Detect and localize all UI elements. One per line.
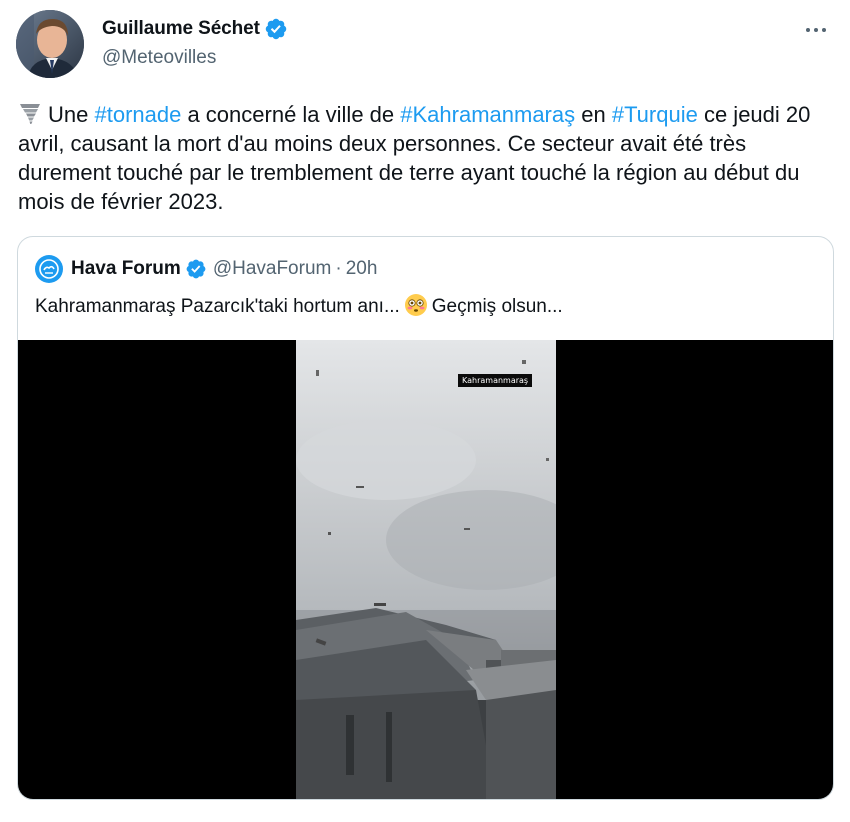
tweet-header: Guillaume Séchet @Meteovilles [16, 10, 834, 82]
hashtag-link-kahramanmaras[interactable]: #Kahramanmaraş [400, 102, 575, 127]
author-handle[interactable]: @Meteovilles [102, 47, 288, 69]
quoted-text-after: Geçmiş olsun... [431, 296, 563, 317]
more-horizontal-icon [806, 28, 826, 32]
quoted-tweet-header: Hava Forum @HavaForum · 20h [35, 255, 378, 283]
author-name[interactable]: Guillaume Séchet [102, 18, 260, 40]
hashtag-link-tornade[interactable]: #tornade [94, 102, 181, 127]
tornado-emoji [20, 104, 40, 124]
separator-dot: · [335, 258, 342, 279]
quoted-tweet-text: Kahramanmaraş Pazarcık'taki hortum anı..… [35, 293, 563, 318]
quoted-timestamp[interactable]: 20h [346, 258, 378, 280]
author-info: Guillaume Séchet @Meteovilles [102, 17, 288, 69]
quoted-avatar[interactable] [35, 255, 63, 283]
hashtag-link-turquie[interactable]: #Turquie [612, 102, 698, 127]
flushed-face-emoji [404, 294, 427, 316]
quoted-text-before: Kahramanmaraş Pazarcık'taki hortum anı..… [35, 296, 400, 317]
video-player[interactable]: Kahramanmaraş [18, 340, 833, 799]
quoted-author-name[interactable]: Hava Forum [71, 258, 181, 280]
quoted-tweet-card[interactable]: Hava Forum @HavaForum · 20h Kahramanmara… [17, 236, 834, 800]
quoted-author-handle[interactable]: @HavaForum [213, 258, 332, 280]
more-options-button[interactable] [802, 20, 830, 40]
tornado-scene-image [296, 340, 556, 799]
tweet-text-part2: a concerné la ville de [181, 102, 401, 127]
verified-badge-icon [265, 18, 287, 40]
avatar-photo-icon [16, 10, 84, 78]
avatar[interactable] [16, 10, 84, 78]
tweet-text: Une #tornade a concerné la ville de #Kah… [18, 100, 834, 216]
tweet-text-part1: Une [48, 102, 95, 127]
video-location-label: Kahramanmaraş [458, 374, 533, 387]
tweet-text-part3: en [575, 102, 612, 127]
video-thumbnail[interactable]: Kahramanmaraş [296, 340, 556, 799]
verified-badge-icon [186, 259, 206, 279]
weather-logo-icon [39, 259, 59, 279]
